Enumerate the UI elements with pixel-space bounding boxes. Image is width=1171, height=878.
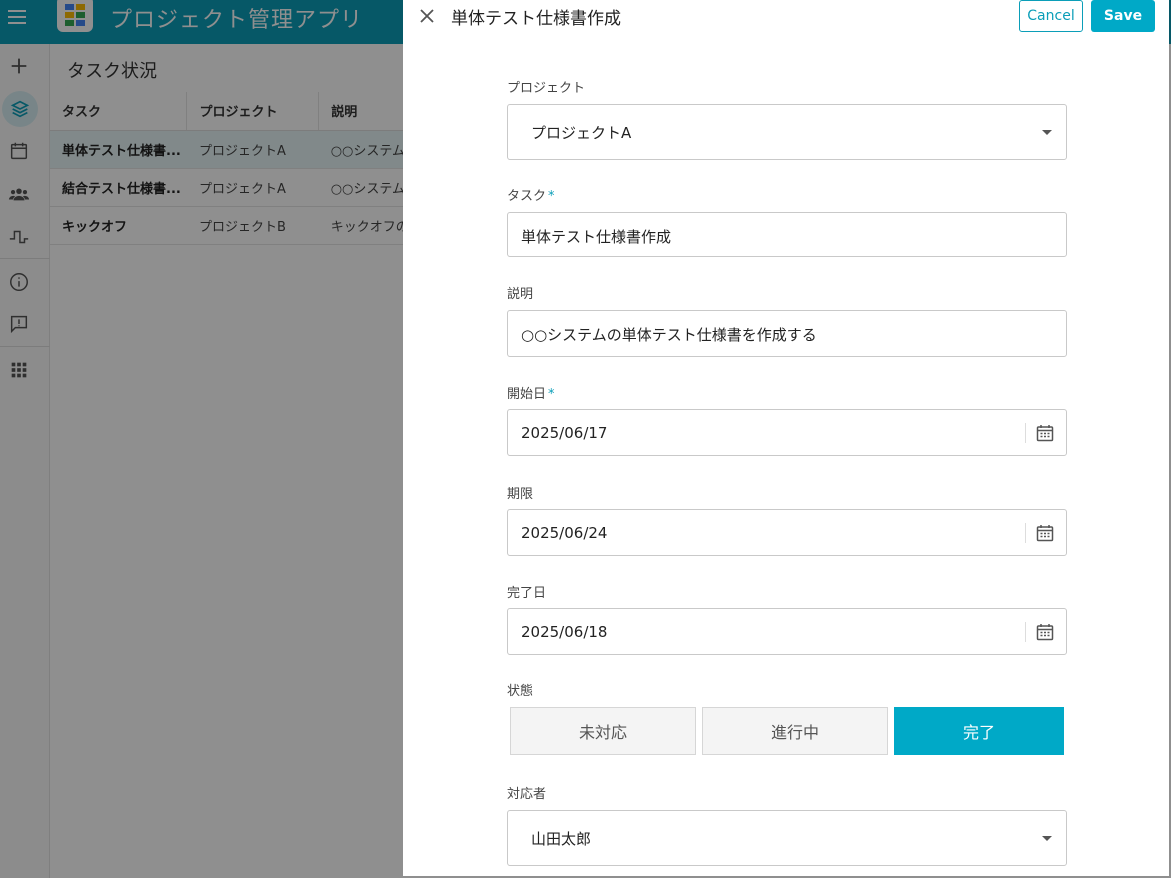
- calendar-icon[interactable]: [1035, 523, 1055, 543]
- description-input-value: ○○システムの単体テスト仕様書を作成する: [521, 326, 817, 344]
- save-button[interactable]: Save: [1091, 0, 1155, 32]
- dialog-title: 単体テスト仕様書作成: [451, 9, 621, 29]
- due-date-value: 2025/06/24: [521, 524, 608, 542]
- assignee-label: 対応者: [507, 787, 547, 802]
- required-mark: *: [548, 189, 555, 204]
- due-date-label: 期限: [507, 487, 534, 502]
- start-date-label: 開始日 *: [507, 387, 555, 402]
- description-input[interactable]: ○○システムの単体テスト仕様書を作成する: [507, 310, 1067, 357]
- cancel-button[interactable]: Cancel: [1019, 0, 1083, 32]
- edit-task-dialog: 単体テスト仕様書作成 Cancel Save プロジェクト プロジェクトA タス…: [403, 0, 1169, 876]
- assignee-select[interactable]: 山田太郎: [507, 810, 1067, 866]
- close-icon[interactable]: [417, 6, 437, 26]
- calendar-icon[interactable]: [1035, 622, 1055, 642]
- assignee-select-value: 山田太郎: [531, 830, 592, 848]
- chevron-down-icon: [1042, 130, 1052, 135]
- description-label: 説明: [507, 287, 534, 302]
- done-date-value: 2025/06/18: [521, 623, 608, 641]
- done-date-label: 完了日: [507, 586, 547, 601]
- start-date-input[interactable]: 2025/06/17: [507, 409, 1067, 456]
- project-label: プロジェクト: [507, 81, 586, 96]
- status-label: 状態: [507, 684, 534, 699]
- done-date-input[interactable]: 2025/06/18: [507, 608, 1067, 655]
- status-option-in-progress[interactable]: 進行中: [702, 707, 888, 755]
- task-input-value: 単体テスト仕様書作成: [521, 228, 672, 246]
- status-option-not-started[interactable]: 未対応: [510, 707, 696, 755]
- status-option-done[interactable]: 完了: [894, 707, 1064, 755]
- project-select-value: プロジェクトA: [531, 124, 632, 142]
- project-select[interactable]: プロジェクトA: [507, 104, 1067, 160]
- required-mark: *: [548, 387, 555, 402]
- start-date-value: 2025/06/17: [521, 424, 608, 442]
- task-input[interactable]: 単体テスト仕様書作成: [507, 212, 1067, 257]
- due-date-input[interactable]: 2025/06/24: [507, 509, 1067, 556]
- chevron-down-icon: [1042, 836, 1052, 841]
- task-label: タスク *: [507, 189, 555, 204]
- calendar-icon[interactable]: [1035, 423, 1055, 443]
